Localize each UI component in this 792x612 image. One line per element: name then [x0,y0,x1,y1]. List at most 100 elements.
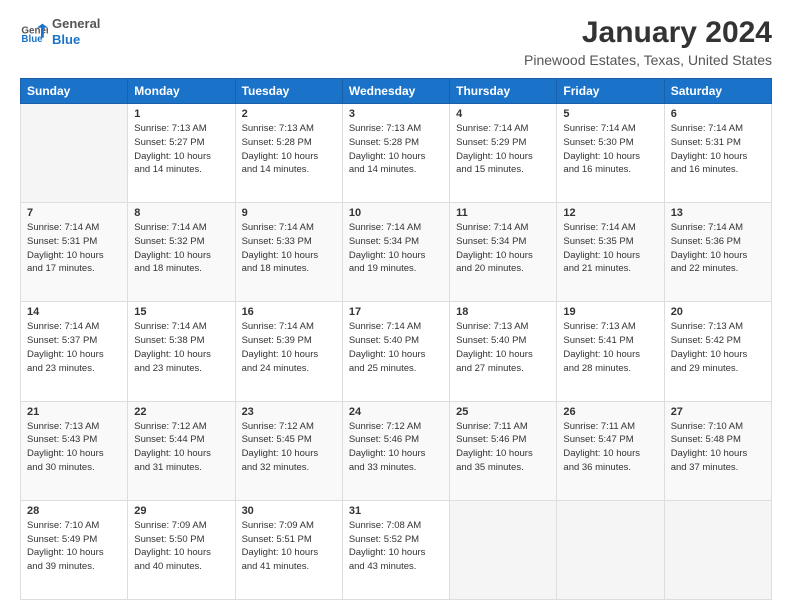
calendar-week-4: 21 Sunrise: 7:13 AMSunset: 5:43 PMDayligh… [21,401,772,500]
logo-text: General Blue [52,16,100,47]
day-number: 12 [563,207,657,219]
calendar-week-2: 7 Sunrise: 7:14 AMSunset: 5:31 PMDaylight… [21,203,772,302]
day-detail: Sunrise: 7:14 AMSunset: 5:35 PMDaylight:… [563,221,657,276]
day-detail: Sunrise: 7:14 AMSunset: 5:30 PMDaylight:… [563,122,657,177]
table-row: 1 Sunrise: 7:13 AMSunset: 5:27 PMDaylight… [128,104,235,203]
table-row: 31Sunrise: 7:08 AMSunset: 5:52 PMDayligh… [342,500,449,599]
day-number: 23 [242,406,336,418]
day-detail: Sunrise: 7:14 AMSunset: 5:37 PMDaylight:… [27,320,121,375]
table-row: 30 Sunrise: 7:09 AMSunset: 5:51 PMDayligh… [235,500,342,599]
day-detail: Sunrise: 7:14 AMSunset: 5:32 PMDaylight:… [134,221,228,276]
day-detail: Sunrise: 7:13 AMSunset: 5:28 PMDaylight:… [242,122,336,177]
table-row [450,500,557,599]
day-number: 1 [134,108,228,120]
table-row: 5Sunrise: 7:14 AMSunset: 5:30 PMDaylight… [557,104,664,203]
day-detail: Sunrise: 7:10 AMSunset: 5:49 PMDaylight:… [27,519,121,574]
day-number: 25 [456,406,550,418]
day-detail: Sunrise: 7:14 AMSunset: 5:38 PMDaylight:… [134,320,228,375]
day-number: 29 [134,505,228,517]
col-tuesday: Tuesday [235,79,342,104]
day-number: 4 [456,108,550,120]
day-number: 7 [27,207,121,219]
day-detail: Sunrise: 7:13 AMSunset: 5:27 PMDaylight:… [134,122,228,177]
table-row: 28 Sunrise: 7:10 AMSunset: 5:49 PMDayligh… [21,500,128,599]
calendar-week-1: 1 Sunrise: 7:13 AMSunset: 5:27 PMDaylight… [21,104,772,203]
day-detail: Sunrise: 7:14 AMSunset: 5:29 PMDaylight:… [456,122,550,177]
page: General Blue General Blue January 2024 P… [0,0,792,612]
day-number: 20 [671,306,765,318]
svg-text:Blue: Blue [21,33,43,44]
day-detail: Sunrise: 7:09 AMSunset: 5:51 PMDaylight:… [242,519,336,574]
table-row: 22 Sunrise: 7:12 AMSunset: 5:44 PMDayligh… [128,401,235,500]
day-number: 18 [456,306,550,318]
table-row: 11 Sunrise: 7:14 AMSunset: 5:34 PMDayligh… [450,203,557,302]
col-saturday: Saturday [664,79,771,104]
day-detail: Sunrise: 7:14 AMSunset: 5:34 PMDaylight:… [349,221,443,276]
table-row [557,500,664,599]
header: General Blue General Blue January 2024 P… [20,16,772,68]
table-row: 19 Sunrise: 7:13 AMSunset: 5:41 PMDayligh… [557,302,664,401]
day-number: 9 [242,207,336,219]
day-detail: Sunrise: 7:13 AMSunset: 5:41 PMDaylight:… [563,320,657,375]
day-detail: Sunrise: 7:13 AMSunset: 5:40 PMDaylight:… [456,320,550,375]
calendar-week-5: 28 Sunrise: 7:10 AMSunset: 5:49 PMDayligh… [21,500,772,599]
day-number: 22 [134,406,228,418]
table-row: 24 Sunrise: 7:12 AMSunset: 5:46 PMDayligh… [342,401,449,500]
table-row: 29 Sunrise: 7:09 AMSunset: 5:50 PMDayligh… [128,500,235,599]
day-detail: Sunrise: 7:14 AMSunset: 5:31 PMDaylight:… [671,122,765,177]
day-number: 3 [349,108,443,120]
title-block: January 2024 Pinewood Estates, Texas, Un… [524,16,772,68]
day-number: 30 [242,505,336,517]
table-row: 17 Sunrise: 7:14 AMSunset: 5:40 PMDayligh… [342,302,449,401]
table-row: 12 Sunrise: 7:14 AMSunset: 5:35 PMDayligh… [557,203,664,302]
day-detail: Sunrise: 7:12 AMSunset: 5:46 PMDaylight:… [349,420,443,475]
logo-icon: General Blue [20,18,48,46]
table-row: 9Sunrise: 7:14 AMSunset: 5:33 PMDaylight… [235,203,342,302]
day-number: 17 [349,306,443,318]
table-row: 10 Sunrise: 7:14 AMSunset: 5:34 PMDayligh… [342,203,449,302]
day-number: 14 [27,306,121,318]
logo-general: General [52,16,100,32]
table-row: 2Sunrise: 7:13 AMSunset: 5:28 PMDaylight… [235,104,342,203]
day-detail: Sunrise: 7:14 AMSunset: 5:34 PMDaylight:… [456,221,550,276]
main-title: January 2024 [524,16,772,50]
day-number: 16 [242,306,336,318]
table-row: 14 Sunrise: 7:14 AMSunset: 5:37 PMDayligh… [21,302,128,401]
day-detail: Sunrise: 7:11 AMSunset: 5:46 PMDaylight:… [456,420,550,475]
table-row: 27Sunrise: 7:10 AMSunset: 5:48 PMDayligh… [664,401,771,500]
day-detail: Sunrise: 7:08 AMSunset: 5:52 PMDaylight:… [349,519,443,574]
table-row: 13Sunrise: 7:14 AMSunset: 5:36 PMDayligh… [664,203,771,302]
logo: General Blue General Blue [20,16,100,47]
day-number: 26 [563,406,657,418]
table-row: 23Sunrise: 7:12 AMSunset: 5:45 PMDayligh… [235,401,342,500]
day-number: 19 [563,306,657,318]
table-row: 26 Sunrise: 7:11 AMSunset: 5:47 PMDayligh… [557,401,664,500]
table-row [664,500,771,599]
day-number: 11 [456,207,550,219]
day-detail: Sunrise: 7:11 AMSunset: 5:47 PMDaylight:… [563,420,657,475]
table-row: 4 Sunrise: 7:14 AMSunset: 5:29 PMDaylight… [450,104,557,203]
day-number: 21 [27,406,121,418]
table-row: 8Sunrise: 7:14 AMSunset: 5:32 PMDaylight… [128,203,235,302]
col-monday: Monday [128,79,235,104]
table-row [21,104,128,203]
table-row: 25 Sunrise: 7:11 AMSunset: 5:46 PMDayligh… [450,401,557,500]
day-detail: Sunrise: 7:12 AMSunset: 5:44 PMDaylight:… [134,420,228,475]
day-number: 15 [134,306,228,318]
day-detail: Sunrise: 7:14 AMSunset: 5:39 PMDaylight:… [242,320,336,375]
table-row: 20Sunrise: 7:13 AMSunset: 5:42 PMDayligh… [664,302,771,401]
day-detail: Sunrise: 7:09 AMSunset: 5:50 PMDaylight:… [134,519,228,574]
day-number: 24 [349,406,443,418]
col-thursday: Thursday [450,79,557,104]
day-number: 28 [27,505,121,517]
logo-blue: Blue [52,32,100,48]
day-detail: Sunrise: 7:14 AMSunset: 5:40 PMDaylight:… [349,320,443,375]
day-detail: Sunrise: 7:14 AMSunset: 5:36 PMDaylight:… [671,221,765,276]
table-row: 7 Sunrise: 7:14 AMSunset: 5:31 PMDaylight… [21,203,128,302]
subtitle: Pinewood Estates, Texas, United States [524,52,772,68]
calendar-header-row: Sunday Monday Tuesday Wednesday Thursday… [21,79,772,104]
day-detail: Sunrise: 7:14 AMSunset: 5:31 PMDaylight:… [27,221,121,276]
table-row: 16 Sunrise: 7:14 AMSunset: 5:39 PMDayligh… [235,302,342,401]
day-detail: Sunrise: 7:13 AMSunset: 5:43 PMDaylight:… [27,420,121,475]
day-number: 10 [349,207,443,219]
